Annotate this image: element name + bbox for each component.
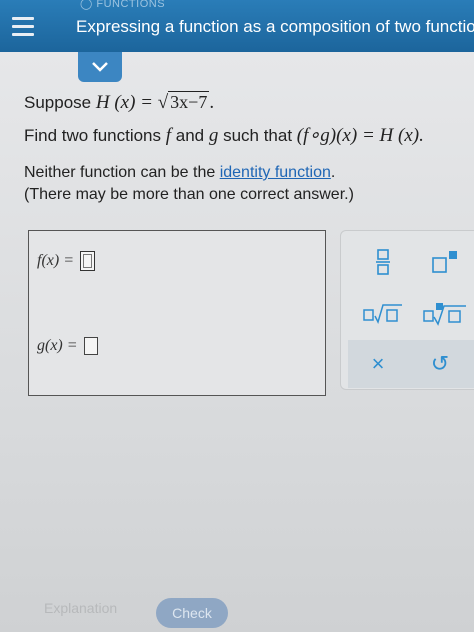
neither-text: Neither function can be the [24, 164, 220, 181]
g-letter: g [208, 125, 219, 146]
toolbox-actions: × ↺ [348, 340, 474, 388]
f-input[interactable] [80, 251, 95, 271]
page-title: Expressing a function as a composition o… [76, 17, 474, 36]
explanation-button[interactable]: Explanation [44, 600, 117, 616]
circle-icon: ◯ [80, 0, 97, 10]
exponent-icon [432, 251, 457, 273]
fraction-button[interactable] [363, 245, 403, 279]
find-text: Find two functions [24, 126, 166, 145]
identity-function-link[interactable]: identity function [220, 164, 331, 181]
f-answer-row: f(x) = [37, 251, 95, 271]
chevron-down-icon [92, 62, 108, 72]
question-line-2: Find two functions f and g such that (f∘… [24, 124, 424, 147]
collapse-button[interactable] [78, 52, 122, 82]
header-bar: ◯ FUNCTIONS Expressing a function as a c… [0, 0, 474, 52]
undo-button[interactable]: ↺ [420, 348, 460, 380]
suppose-label: Suppose [24, 93, 96, 112]
multiple-answers-note: (There may be more than one correct answ… [24, 186, 354, 203]
f-label: f(x) = [37, 252, 74, 269]
radicand: 3x−7 [168, 91, 210, 112]
such-that-text: such that [218, 126, 297, 145]
g-label: g(x) = [37, 337, 78, 354]
neither-note: Neither function can be the identity fun… [24, 164, 335, 182]
menu-icon[interactable] [0, 0, 46, 52]
sqrt-icon: √ [157, 92, 169, 113]
answer-box: f(x) = g(x) = [28, 230, 326, 396]
fraction-icon [376, 249, 390, 275]
nth-root-button[interactable] [359, 297, 407, 331]
composition-equation: (f∘g)(x) = H (x). [296, 125, 424, 146]
g-input[interactable] [83, 337, 98, 355]
h-of-x: H (x) = [95, 92, 158, 113]
clear-button[interactable]: × [358, 348, 398, 380]
topic-label: ◯ FUNCTIONS [80, 0, 166, 10]
period: . [209, 92, 215, 113]
neither-period: . [330, 164, 336, 181]
indexed-root-button[interactable] [419, 297, 471, 331]
exponent-button[interactable] [425, 245, 465, 279]
and-text: and [171, 126, 209, 145]
indexed-root-icon [423, 303, 466, 326]
check-button[interactable]: Check [156, 598, 228, 628]
question-line-1: Suppose H (x) = √ 3x−7. [24, 91, 215, 114]
nth-root-icon [363, 304, 402, 325]
g-answer-row: g(x) = [37, 337, 98, 355]
